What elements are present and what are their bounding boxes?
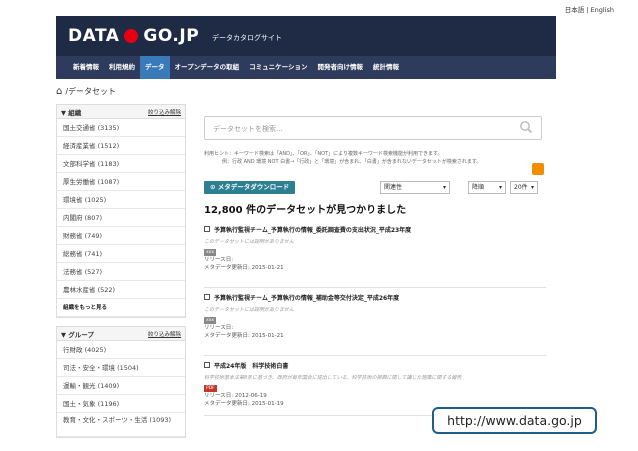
facet-item[interactable]: 内閣府 (807) bbox=[57, 209, 185, 227]
facet-item[interactable]: 司法・安全・環境 (1504) bbox=[57, 359, 185, 377]
dataset-icon bbox=[204, 226, 210, 232]
order-select-value: 降順 bbox=[472, 184, 485, 191]
release-date: リリース日: bbox=[204, 257, 234, 263]
result-count: 12,800 件のデータセットが見つかりました bbox=[204, 205, 407, 216]
site-header: DATA GO.JP データカタログサイト bbox=[56, 16, 556, 56]
result-description: このデータセットには説明がありません bbox=[204, 239, 294, 245]
facet-item[interactable]: 教育・文化・スポーツ・生活 (1093) bbox=[57, 413, 185, 437]
lang-en-link[interactable]: English bbox=[591, 6, 614, 14]
format-badge[interactable]: PDF bbox=[204, 385, 217, 392]
logo-text-right: GO.JP bbox=[143, 26, 200, 46]
format-badge[interactable]: xxx bbox=[204, 317, 216, 324]
nav-item[interactable]: 開発者向け情報 bbox=[313, 56, 369, 79]
result-title[interactable]: 予算執行監視チーム_予算執行の情報_委託調査費の支出状況_平成23年度 bbox=[204, 224, 546, 234]
per-page-select[interactable]: 20件 ▾ bbox=[510, 181, 538, 194]
facet-item[interactable]: 文部科学省 (1183) bbox=[57, 155, 185, 173]
facet-item[interactable]: 法務省 (527) bbox=[57, 263, 185, 281]
search-hint: 利用ヒント：キーワード検索は「AND」、「OR」、「NOT」により複数キーワード… bbox=[204, 150, 546, 166]
format-badge[interactable]: xxx bbox=[204, 249, 216, 256]
org-facet-header: ▼ 組織 絞り込み解除 bbox=[57, 105, 185, 119]
org-facet-panel: ▼ 組織 絞り込み解除 国土交通省 (3135) 経済産業省 (1512) 文部科学… bbox=[56, 104, 186, 318]
group-facet-header: ▼ グループ 絞り込み解除 bbox=[57, 327, 185, 341]
result-item: 予算執行監視チーム_予算執行の情報_委託調査費の支出状況_平成23年度このデータ… bbox=[204, 220, 546, 288]
sort-select-value: 関連性 bbox=[384, 184, 403, 191]
nav-item[interactable]: 利用規約 bbox=[104, 56, 140, 79]
facet-item[interactable]: 厚生労働省 (1087) bbox=[57, 173, 185, 191]
sort-select[interactable]: 関連性 ▾ bbox=[380, 181, 450, 194]
logo-red-dot bbox=[124, 29, 139, 43]
metadata-download-button[interactable]: ⊙ メタデータダウンロード bbox=[204, 181, 296, 194]
language-switcher: 日本語 | English bbox=[565, 4, 614, 14]
main-content: データセットを検索... 利用ヒント：キーワード検索は「AND」、「OR」、「N… bbox=[204, 116, 546, 416]
breadcrumb-current: データセット bbox=[68, 87, 117, 96]
facet-item[interactable]: 環境省 (1025) bbox=[57, 191, 185, 209]
metadata-updated: メタデータ更新日: 2015-01-21 bbox=[204, 265, 284, 271]
release-date: リリース日: bbox=[204, 325, 234, 331]
lang-ja-link[interactable]: 日本語 bbox=[565, 6, 585, 14]
breadcrumb: ⌂ / データセット bbox=[56, 86, 116, 97]
nav-item[interactable]: コミュニケーション bbox=[244, 56, 312, 79]
group-facet-list: 行財政 (4025) 司法・安全・環境 (1504) 運輸・観光 (1409) 国土・… bbox=[57, 341, 185, 437]
search-hint-line-1: 利用ヒント：キーワード検索は「AND」、「OR」、「NOT」により複数キーワード… bbox=[204, 151, 443, 157]
logo-text-left: DATA bbox=[68, 26, 120, 46]
search-placeholder: データセットを検索... bbox=[213, 125, 283, 133]
org-facet-clear-link[interactable]: 絞り込み解除 bbox=[148, 108, 181, 116]
search-hint-line-2: 例：行政 AND 環境 NOT 白書→「行政」と「環境」が含まれ、「白書」が含ま… bbox=[222, 159, 482, 165]
site-subtitle: データカタログサイト bbox=[212, 34, 282, 42]
nav-item[interactable]: 新着情報 bbox=[68, 56, 104, 79]
per-page-select-value: 20件 bbox=[514, 184, 528, 191]
group-facet-clear-link[interactable]: 絞り込み解除 bbox=[148, 330, 181, 338]
result-description: このデータセットには説明がありません bbox=[204, 307, 294, 313]
result-list: 予算執行監視チーム_予算執行の情報_委託調査費の支出状況_平成23年度このデータ… bbox=[204, 220, 546, 416]
result-title-text[interactable]: 予算執行監視チーム_予算執行の情報_補助金等交付決定_平成26年度 bbox=[214, 293, 399, 302]
results-toolbar: ⊙ メタデータダウンロード 関連性 ▾ 降順 ▾ 20件 ▾ bbox=[204, 181, 546, 195]
site-url-label: http://www.data.go.jp bbox=[432, 407, 597, 434]
result-title[interactable]: 予算執行監視チーム_予算執行の情報_補助金等交付決定_平成26年度 bbox=[204, 292, 546, 302]
result-item: 予算執行監視チーム_予算執行の情報_補助金等交付決定_平成26年度このデータセッ… bbox=[204, 288, 546, 356]
result-title-text[interactable]: 予算執行監視チーム_予算執行の情報_委託調査費の支出状況_平成23年度 bbox=[214, 225, 411, 234]
home-icon[interactable]: ⌂ bbox=[56, 86, 62, 97]
release-date: リリース日: 2012-06-19 bbox=[204, 393, 267, 399]
group-facet-panel: ▼ グループ 絞り込み解除 行財政 (4025) 司法・安全・環境 (1504) 運… bbox=[56, 326, 186, 438]
main-nav: 新着情報 利用規約 データ オープンデータの取組 コミュニケーション 開発者向け情報 統計情… bbox=[56, 56, 556, 79]
facet-item[interactable]: 農林水産省 (522) bbox=[57, 281, 185, 299]
nav-item[interactable]: データ bbox=[140, 56, 170, 79]
chevron-down-icon: ▾ bbox=[498, 184, 502, 191]
facet-item[interactable]: 財務省 (749) bbox=[57, 227, 185, 245]
org-facet-title: ▼ 組織 bbox=[61, 108, 82, 117]
nav-item[interactable]: 統計情報 bbox=[368, 56, 404, 79]
result-description: 科学技術基本法第8条に基づき、政府が毎年国会に提出している、科学技術の振興に関し… bbox=[204, 375, 462, 381]
group-facet-title: ▼ グループ bbox=[61, 330, 94, 339]
search-box[interactable]: データセットを検索... bbox=[204, 116, 542, 140]
chevron-down-icon: ▾ bbox=[530, 184, 534, 191]
facet-item[interactable]: 国土・気象 (1196) bbox=[57, 395, 185, 413]
facet-item[interactable]: 行財政 (4025) bbox=[57, 341, 185, 359]
dataset-icon bbox=[204, 294, 210, 300]
nav-item[interactable]: オープンデータの取組 bbox=[170, 56, 245, 79]
facet-item[interactable]: 運輸・観光 (1409) bbox=[57, 377, 185, 395]
order-select[interactable]: 降順 ▾ bbox=[468, 181, 506, 194]
result-title[interactable]: 平成24年版 科学技術白書 bbox=[204, 360, 546, 370]
rss-feed-icon[interactable] bbox=[532, 163, 544, 175]
facet-item[interactable]: 国土交通省 (3135) bbox=[57, 119, 185, 137]
dataset-icon bbox=[204, 362, 210, 368]
search-icon[interactable] bbox=[519, 120, 533, 134]
org-more-link[interactable]: 組織をもっと見る bbox=[57, 299, 185, 317]
sidebar: ▼ 組織 絞り込み解除 国土交通省 (3135) 経済産業省 (1512) 文部科学… bbox=[56, 104, 186, 446]
metadata-updated: メタデータ更新日: 2015-01-21 bbox=[204, 333, 284, 339]
facet-item[interactable]: 経済産業省 (1512) bbox=[57, 137, 185, 155]
site-logo[interactable]: DATA GO.JP bbox=[68, 26, 199, 46]
org-facet-list: 国土交通省 (3135) 経済産業省 (1512) 文部科学省 (1183) 厚生労働… bbox=[57, 119, 185, 299]
chevron-down-icon: ▾ bbox=[442, 184, 446, 191]
result-title-text[interactable]: 平成24年版 科学技術白書 bbox=[214, 361, 288, 370]
facet-item[interactable]: 総務省 (741) bbox=[57, 245, 185, 263]
